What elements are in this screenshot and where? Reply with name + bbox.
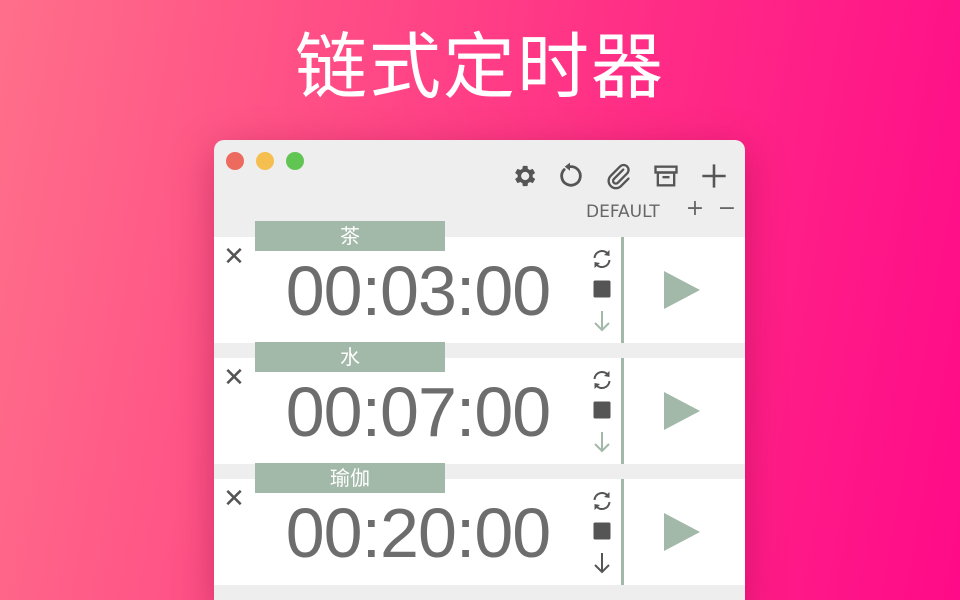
row-divider <box>621 237 624 343</box>
stop-button[interactable] <box>590 277 614 301</box>
remove-timer-button[interactable]: ✕ <box>222 365 246 391</box>
timer-row: 水 ✕ 00:07:00 <box>214 342 745 464</box>
timer-row: 茶 ✕ 00:03:00 <box>214 221 745 343</box>
play-button[interactable] <box>662 390 702 432</box>
gear-icon <box>515 165 536 187</box>
attach-button[interactable] <box>602 160 634 192</box>
preset-label[interactable]: DEFAULT <box>586 202 660 222</box>
archive-icon <box>654 165 678 187</box>
stop-icon <box>593 522 611 540</box>
zoom-window-button[interactable] <box>286 152 304 170</box>
move-down-button[interactable] <box>590 309 614 333</box>
stop-button[interactable] <box>590 519 614 543</box>
preset-add-button[interactable]: + <box>684 198 706 220</box>
reset-icon <box>560 162 582 187</box>
hero-title: 链式定时器 <box>294 25 665 109</box>
timer-row: 瑜伽 ✕ 00:20:00 <box>214 463 745 585</box>
play-button[interactable] <box>662 511 702 553</box>
plus-icon <box>702 164 726 188</box>
timer-time[interactable]: 00:07:00 <box>258 372 578 452</box>
timer-name[interactable]: 水 <box>255 342 445 372</box>
close-window-button[interactable] <box>226 152 244 170</box>
row-divider <box>621 358 624 464</box>
timer-name[interactable]: 瑜伽 <box>255 463 445 493</box>
stop-icon <box>593 280 611 298</box>
row-divider <box>621 479 624 585</box>
timer-time[interactable]: 00:20:00 <box>258 493 578 573</box>
loop-button[interactable] <box>590 489 614 513</box>
timer-name[interactable]: 茶 <box>255 221 445 251</box>
archive-button[interactable] <box>650 160 682 192</box>
move-down-button[interactable] <box>590 551 614 575</box>
loop-button[interactable] <box>590 247 614 271</box>
preset-remove-button[interactable]: − <box>716 198 738 220</box>
reset-button[interactable] <box>554 160 586 192</box>
arrow-down-icon <box>594 553 610 574</box>
arrow-down-icon <box>594 311 610 332</box>
app-window: DEFAULT + − 茶 ✕ 00:03:00 水 ✕ 00:07:00 瑜伽… <box>214 140 745 600</box>
play-icon <box>664 392 700 430</box>
stop-button[interactable] <box>590 398 614 422</box>
loop-button[interactable] <box>590 368 614 392</box>
play-button[interactable] <box>662 269 702 311</box>
stop-icon <box>593 401 611 419</box>
minimize-window-button[interactable] <box>256 152 274 170</box>
remove-timer-button[interactable]: ✕ <box>222 486 246 512</box>
play-icon <box>664 271 700 309</box>
loop-icon <box>593 371 611 389</box>
move-down-button[interactable] <box>590 430 614 454</box>
add-timer-button[interactable] <box>698 160 730 192</box>
loop-icon <box>593 250 611 268</box>
loop-icon <box>593 492 611 510</box>
arrow-down-icon <box>594 432 610 453</box>
paperclip-icon <box>607 163 630 190</box>
settings-button[interactable] <box>508 160 540 192</box>
play-icon <box>664 513 700 551</box>
remove-timer-button[interactable]: ✕ <box>222 244 246 270</box>
timer-time[interactable]: 00:03:00 <box>258 251 578 331</box>
